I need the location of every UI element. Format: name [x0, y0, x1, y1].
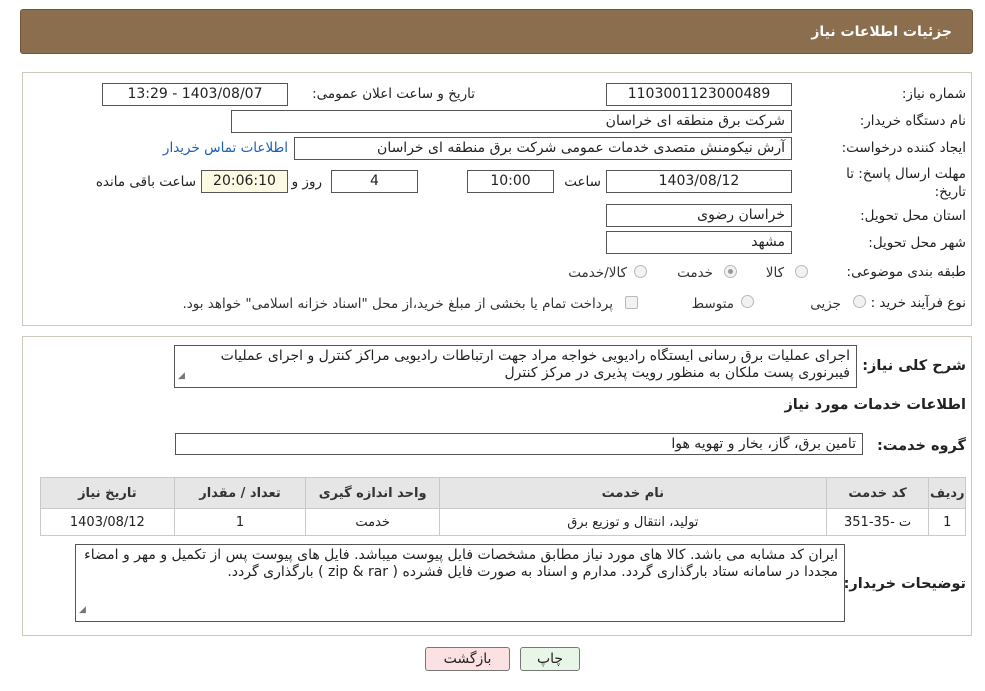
- province-label: استان محل تحویل:: [860, 208, 966, 224]
- resize-grip-icon[interactable]: ◢: [79, 602, 86, 619]
- city-label: شهر محل تحویل:: [868, 235, 966, 251]
- category-service-radio[interactable]: [724, 265, 737, 278]
- process-medium-label: متوسط: [691, 296, 734, 312]
- days-field[interactable]: 4: [331, 170, 418, 193]
- buyer-notes-textarea[interactable]: ایران کد مشابه می باشد. کالا های مورد نی…: [75, 544, 845, 622]
- summary-text: اجرای عملیات برق رسانی ایستگاه رادیویی خ…: [220, 348, 850, 381]
- col-unit: واحد اندازه گیری: [305, 477, 440, 509]
- buyer-contact-link[interactable]: اطلاعات تماس خریدار: [163, 140, 288, 156]
- buyer-org-label: نام دستگاه خریدار:: [859, 113, 966, 129]
- category-label: طبقه بندی موضوعی:: [846, 264, 966, 280]
- page-header: جزئیات اطلاعات نیاز: [20, 9, 973, 54]
- service-group-field[interactable]: تامین برق، گاز، بخار و تهویه هوا: [175, 433, 863, 455]
- requester-field[interactable]: آرش نیکومنش متصدی خدمات عمومی شرکت برق م…: [294, 137, 792, 160]
- col-service-code: کد خدمت: [825, 477, 930, 509]
- cell-quantity: 1: [173, 508, 307, 536]
- treasury-payment-note: پرداخت تمام یا بخشی از مبلغ خرید،از محل …: [182, 296, 613, 312]
- category-goods-service-radio[interactable]: [634, 265, 647, 278]
- print-button[interactable]: چاپ: [520, 647, 580, 671]
- buyer-org-field[interactable]: شرکت برق منطقه ای خراسان: [231, 110, 792, 133]
- requester-label: ایجاد کننده درخواست:: [841, 140, 966, 156]
- announce-datetime-field[interactable]: 1403/08/07 - 13:29: [102, 83, 288, 106]
- services-table: ردیف کد خدمت نام خدمت واحد اندازه گیری ت…: [40, 477, 966, 536]
- cell-service-code: ت -35-351: [825, 508, 930, 536]
- services-section-title: اطلاعات خدمات مورد نیاز: [784, 397, 966, 413]
- summary-label: شرح کلی نیاز:: [862, 358, 966, 374]
- category-goods-radio[interactable]: [795, 265, 808, 278]
- cell-row: 1: [928, 508, 966, 536]
- col-service-name: نام خدمت: [439, 477, 827, 509]
- category-goods-service-label: کالا/خدمت: [568, 265, 627, 281]
- table-row: 1 ت -35-351 تولید، انتقال و توزیع برق خد…: [40, 508, 966, 536]
- buyer-notes-label: توضیحات خریدار:: [843, 576, 966, 592]
- back-button[interactable]: بازگشت: [425, 647, 510, 671]
- service-group-label: گروه خدمت:: [876, 438, 966, 454]
- process-medium-radio[interactable]: [741, 295, 754, 308]
- deadline-label: مهلت ارسال پاسخ: تا تاریخ:: [846, 166, 966, 200]
- deadline-date-field[interactable]: 1403/08/12: [606, 170, 792, 193]
- resize-grip-icon[interactable]: ◢: [178, 368, 185, 385]
- city-field[interactable]: مشهد: [606, 231, 792, 254]
- deadline-time-field[interactable]: 10:00: [467, 170, 554, 193]
- col-quantity: تعداد / مقدار: [173, 477, 307, 509]
- col-need-date: تاریخ نیاز: [40, 477, 175, 509]
- cell-need-date: 1403/08/12: [40, 508, 175, 536]
- category-goods-label: کالا: [765, 265, 784, 281]
- days-label: روز و: [291, 174, 322, 190]
- category-service-label: خدمت: [677, 265, 713, 281]
- province-field[interactable]: خراسان رضوی: [606, 204, 792, 227]
- cell-unit: خدمت: [305, 508, 440, 536]
- process-minor-label: جزیی: [810, 296, 841, 312]
- process-type-label: نوع فرآیند خرید :: [870, 295, 966, 311]
- remaining-time-label: ساعت باقی مانده: [95, 174, 196, 190]
- buyer-notes-text: ایران کد مشابه می باشد. کالا های مورد نی…: [84, 547, 838, 580]
- announce-label: تاریخ و ساعت اعلان عمومی:: [312, 86, 475, 102]
- need-number-field[interactable]: 1103001123000489: [606, 83, 792, 106]
- cell-service-name: تولید، انتقال و توزیع برق: [439, 508, 827, 536]
- process-minor-radio[interactable]: [853, 295, 866, 308]
- need-number-label: شماره نیاز:: [901, 86, 966, 102]
- col-row: ردیف: [928, 477, 966, 509]
- summary-textarea[interactable]: اجرای عملیات برق رسانی ایستگاه رادیویی خ…: [174, 345, 857, 388]
- page-title: جزئیات اطلاعات نیاز: [811, 24, 952, 40]
- deadline-time-label: ساعت: [564, 174, 601, 190]
- treasury-payment-checkbox[interactable]: [625, 296, 638, 309]
- remaining-time-field: 20:06:10: [201, 170, 288, 193]
- services-table-header: ردیف کد خدمت نام خدمت واحد اندازه گیری ت…: [40, 477, 966, 509]
